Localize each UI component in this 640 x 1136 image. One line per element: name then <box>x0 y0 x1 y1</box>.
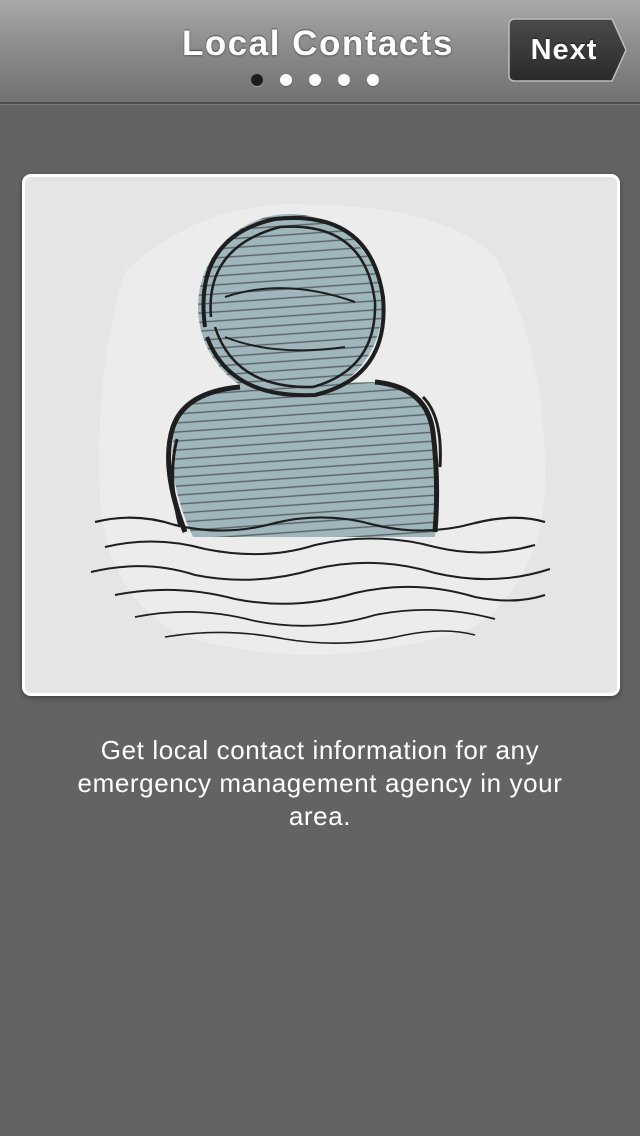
page-indicator <box>251 74 379 86</box>
next-button[interactable]: Next <box>508 18 628 82</box>
feature-description: Get local contact information for any em… <box>77 735 563 831</box>
next-button-label: Next <box>530 34 598 66</box>
page-dot-2[interactable] <box>280 74 292 86</box>
illustration-card <box>22 174 620 696</box>
person-in-floodwater-icon <box>90 204 551 655</box>
page-dot-5[interactable] <box>367 74 379 86</box>
page-dot-4[interactable] <box>338 74 350 86</box>
page-dot-1[interactable] <box>251 74 263 86</box>
page-dot-3[interactable] <box>309 74 321 86</box>
navigation-bar: Local Contacts Next <box>0 0 640 104</box>
